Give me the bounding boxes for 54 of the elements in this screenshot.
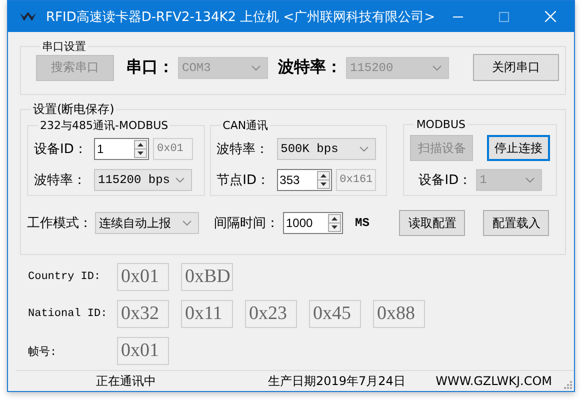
close-icon[interactable] — [545, 11, 556, 22]
field-label: 节点ID： — [216, 172, 271, 188]
group-title: MODBUS — [415, 118, 467, 131]
id-value-field: 0x01 — [117, 263, 169, 291]
baud-label: 波特率： — [278, 57, 342, 78]
id-value-field: 0xBD — [181, 263, 233, 291]
id-value-field: 0x88 — [373, 300, 425, 328]
close-port-button[interactable]: 关闭串口 — [473, 54, 559, 81]
status-text: 生产日期2019年7月24日 — [268, 372, 406, 390]
number-field[interactable]: 1 — [94, 138, 149, 160]
chevron-icon — [251, 64, 261, 70]
chevron-icon — [358, 146, 369, 152]
id-value-field: 0x45 — [309, 300, 361, 328]
hex-field: 0x161 — [336, 168, 376, 190]
id-value-field: 0x01 — [117, 337, 169, 365]
number-field[interactable]: 1000 — [283, 212, 343, 234]
number-field[interactable]: 353 — [276, 168, 332, 190]
dropdown[interactable]: 连续自动上报 — [95, 212, 199, 234]
dropdown[interactable]: 115200 bps — [94, 168, 192, 190]
port-label: 串口： — [126, 57, 174, 78]
field-label: 间隔时间： — [214, 215, 279, 232]
logo-icon — [20, 12, 36, 22]
field-label: 工作模式： — [27, 215, 93, 232]
id-value-field: 0x23 — [245, 300, 297, 328]
window-title: RFID高速读卡器D-RFV2-134K2 上位机 <广州联网科技有限公司> — [46, 8, 436, 26]
load-config-button[interactable]: 配置载入 — [483, 210, 550, 236]
read-config-button[interactable]: 读取配置 — [399, 210, 466, 236]
stop-button[interactable]: 停止连接 — [487, 135, 550, 161]
spinner-icon[interactable] — [134, 140, 147, 158]
id-value-field: 0x11 — [181, 300, 233, 328]
group-title: 串口设置 — [41, 39, 87, 54]
id-value-field: 0x32 — [117, 300, 169, 328]
field-label: 波特率： — [34, 172, 87, 188]
id-label: National ID: — [28, 308, 108, 320]
status-text: WWW.GZLWKJ.COM — [436, 374, 552, 388]
resize-grip-icon[interactable] — [564, 381, 572, 389]
id-label: Country ID: — [28, 271, 102, 283]
status-text: 正在通讯中 — [96, 372, 156, 390]
field-label: 设备ID： — [34, 140, 88, 158]
group-title: 232与485通讯-MODBUS — [39, 118, 170, 133]
chevron-icon — [175, 176, 185, 182]
unit-label: MS — [355, 216, 370, 230]
dropdown[interactable]: 500K bps — [276, 138, 376, 160]
spinner-icon[interactable] — [328, 214, 341, 232]
field-label: 波特率： — [216, 140, 270, 158]
chevron-icon — [182, 220, 192, 226]
chevron-icon — [524, 177, 535, 183]
group-title: 设置(断电保存) — [32, 101, 116, 118]
group-title: CAN通讯 — [222, 118, 270, 133]
hex-field: 0x01 — [153, 138, 193, 160]
id-label: 帧号: — [28, 345, 58, 358]
chevron-icon — [432, 64, 442, 70]
field-label: 设备ID： — [418, 172, 472, 189]
spinner-icon[interactable] — [316, 170, 330, 188]
